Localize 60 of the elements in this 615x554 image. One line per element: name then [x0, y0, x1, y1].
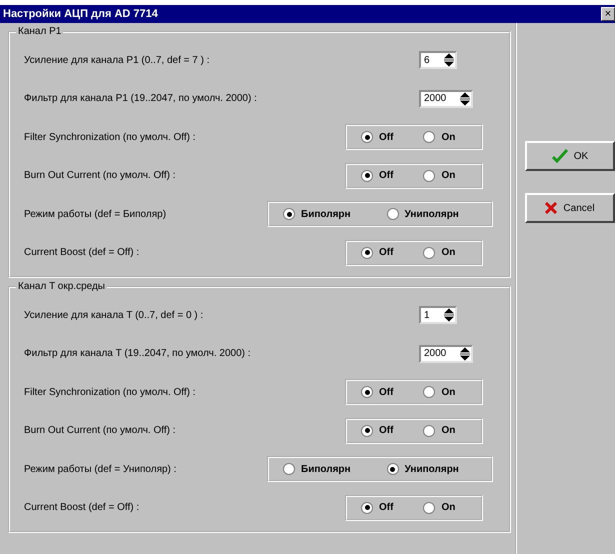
- group-title: Канал P1: [16, 26, 64, 37]
- field-label: Burn Out Current (по умолч. Off) :: [24, 170, 176, 182]
- cancel-button[interactable]: Cancel: [525, 193, 615, 223]
- radio-option[interactable]: On: [423, 424, 456, 437]
- radio-option[interactable]: Off: [361, 424, 394, 437]
- field-label: Current Boost (def = Off) :: [24, 247, 140, 258]
- radio-option[interactable]: On: [423, 246, 456, 259]
- radio-dot[interactable]: [386, 208, 399, 220]
- spin-field[interactable]: 2000: [419, 90, 473, 108]
- radio-option[interactable]: Off: [361, 502, 394, 514]
- radio-dot[interactable]: [361, 170, 373, 182]
- radio-option[interactable]: On: [423, 502, 456, 514]
- cross-icon: [545, 202, 558, 214]
- radio-dot[interactable]: [423, 131, 436, 144]
- radio-dot[interactable]: [361, 424, 373, 437]
- spin-arrows-icon[interactable]: [459, 346, 471, 361]
- radio-option[interactable]: Униполярн: [386, 208, 459, 220]
- spin-arrows-icon[interactable]: [459, 92, 471, 106]
- spin-arrows-icon[interactable]: [443, 53, 455, 68]
- radio-option[interactable]: On: [423, 170, 456, 182]
- radio-dot[interactable]: [361, 386, 373, 398]
- radio-option[interactable]: Off: [361, 246, 394, 259]
- window-title: Настройки АЦП для AD 7714: [3, 8, 158, 20]
- field-label: Burn Out Current (по умолч. Off) :: [24, 425, 176, 436]
- field-label: Режим работы (def = Униполяр) :: [24, 464, 176, 475]
- field-label: Режим работы (def = Биполяр): [24, 208, 166, 220]
- radio-dot[interactable]: [423, 386, 436, 398]
- radio-dot[interactable]: [386, 463, 399, 476]
- field-label: Фильтр для канала P1 (19..2047, по умолч. 2000) :: [24, 93, 257, 104]
- field-label: Усиление для канала P1 (0..7, def = 7 ) :: [24, 54, 210, 66]
- radio-dot[interactable]: [283, 208, 295, 220]
- close-button[interactable]: ×: [601, 7, 615, 21]
- radio-dot[interactable]: [423, 170, 436, 182]
- radio-dot[interactable]: [423, 502, 436, 514]
- radio-option[interactable]: Off: [361, 386, 394, 398]
- field-label: Фильтр для канала T (19..2047, по умолч. 2000) :: [24, 348, 251, 360]
- spin-arrows-icon[interactable]: [443, 308, 455, 322]
- spin-field[interactable]: 1: [419, 306, 457, 324]
- radio-option[interactable]: Биполярн: [283, 463, 351, 476]
- field-label: Filter Synchronization (по умолч. Off) :: [24, 132, 196, 143]
- radio-dot[interactable]: [283, 463, 295, 476]
- radio-option[interactable]: On: [423, 131, 456, 144]
- spin-field[interactable]: 6: [419, 51, 457, 70]
- radio-option[interactable]: Биполярн: [283, 208, 351, 220]
- radio-option[interactable]: Off: [361, 170, 394, 182]
- radio-option[interactable]: On: [423, 386, 456, 398]
- field-label: Filter Synchronization (по умолч. Off) :: [24, 386, 196, 398]
- radio-dot[interactable]: [361, 502, 373, 514]
- radio-dot[interactable]: [361, 131, 373, 144]
- field-label: Усиление для канала T (0..7, def = 0 ) :: [24, 310, 204, 321]
- spin-field[interactable]: 2000: [419, 344, 473, 363]
- radio-option[interactable]: Off: [361, 131, 394, 144]
- group-title: Канал T окр.среды: [16, 281, 107, 292]
- radio-option[interactable]: Униполярн: [386, 463, 459, 476]
- field-label: Current Boost (def = Off) :: [24, 502, 140, 514]
- radio-dot[interactable]: [423, 246, 436, 259]
- ok-button[interactable]: OK: [525, 141, 615, 171]
- checkmark-icon: [552, 149, 568, 163]
- radio-dot[interactable]: [423, 424, 436, 437]
- radio-dot[interactable]: [361, 246, 373, 259]
